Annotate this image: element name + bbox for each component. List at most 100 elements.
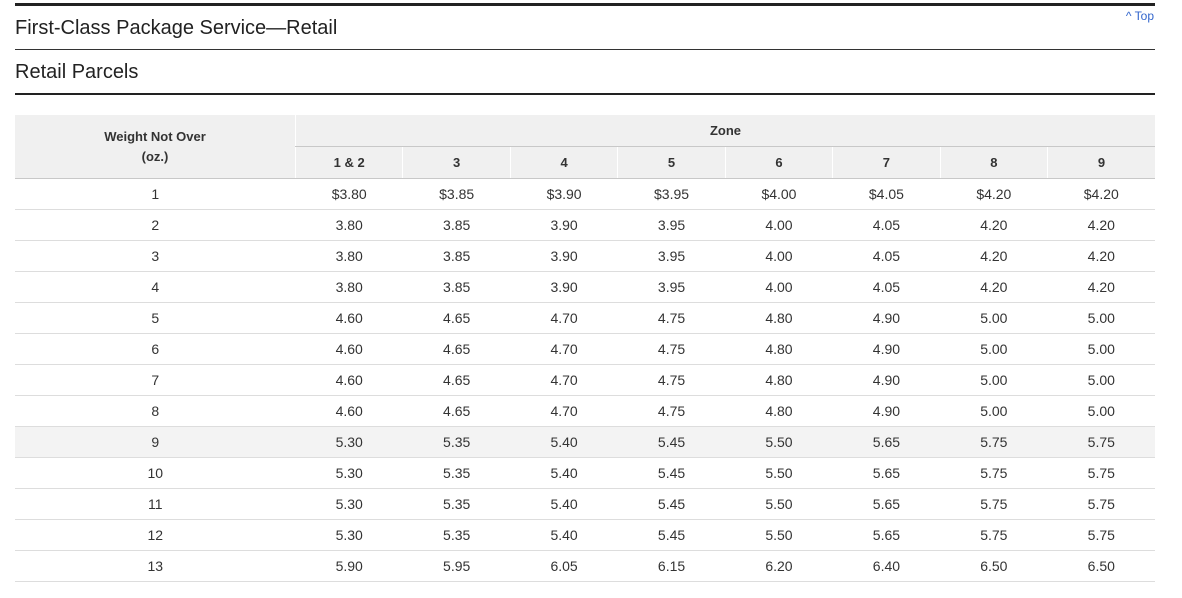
price-cell: 5.35 bbox=[402, 488, 511, 520]
price-cell: 4.70 bbox=[510, 395, 618, 427]
price-cell: 5.75 bbox=[1047, 457, 1155, 489]
weight-cell: 12 bbox=[15, 519, 296, 551]
table-row: 7 4.60 4.65 4.70 4.75 4.80 4.90 5.00 5.00 bbox=[15, 364, 1155, 396]
price-cell: 5.45 bbox=[617, 457, 726, 489]
table-row: 5 4.60 4.65 4.70 4.75 4.80 4.90 5.00 5.00 bbox=[15, 302, 1155, 334]
price-cell: 4.90 bbox=[832, 395, 941, 427]
rate-table-head: Weight Not Over (oz.) Zone 1 & 2 3 4 5 6… bbox=[15, 115, 1155, 179]
weight-cell: 6 bbox=[15, 333, 296, 365]
zone-column-header: 9 bbox=[1047, 146, 1155, 179]
price-cell: 5.45 bbox=[617, 488, 726, 520]
price-cell: 4.05 bbox=[832, 240, 941, 272]
price-cell: 5.00 bbox=[1047, 333, 1155, 365]
price-cell: 4.65 bbox=[402, 333, 511, 365]
title-divider bbox=[15, 49, 1155, 50]
price-cell: 4.90 bbox=[832, 364, 941, 396]
weight-cell: 13 bbox=[15, 550, 296, 582]
weight-header-line1: Weight Not Over bbox=[104, 128, 206, 144]
price-cell: 4.65 bbox=[402, 302, 511, 334]
price-cell: 3.85 bbox=[402, 240, 511, 272]
price-cell: 3.80 bbox=[295, 240, 403, 272]
price-cell: 5.65 bbox=[832, 426, 941, 458]
price-cell: 3.90 bbox=[510, 209, 618, 241]
zone-column-header: 6 bbox=[724, 146, 833, 179]
price-cell: 4.75 bbox=[617, 333, 726, 365]
table-row: 8 4.60 4.65 4.70 4.75 4.80 4.90 5.00 5.00 bbox=[15, 395, 1155, 427]
price-cell: 3.85 bbox=[402, 209, 511, 241]
price-cell: 5.00 bbox=[1047, 302, 1155, 334]
table-row: 4 3.80 3.85 3.90 3.95 4.00 4.05 4.20 4.20 bbox=[15, 271, 1155, 303]
weight-column-header: Weight Not Over (oz.) bbox=[15, 115, 296, 179]
price-cell: 4.80 bbox=[725, 302, 833, 334]
table-row: 12 5.30 5.35 5.40 5.45 5.50 5.65 5.75 5.75 bbox=[15, 519, 1155, 551]
table-row: 6 4.60 4.65 4.70 4.75 4.80 4.90 5.00 5.00 bbox=[15, 333, 1155, 365]
price-cell: 3.95 bbox=[617, 209, 726, 241]
price-cell: 5.75 bbox=[1047, 488, 1155, 520]
price-cell: 4.90 bbox=[832, 333, 941, 365]
price-cell: 5.75 bbox=[1047, 519, 1155, 551]
page-title: First-Class Package Service—Retail bbox=[15, 17, 338, 39]
weight-cell: 2 bbox=[15, 209, 296, 241]
price-cell: 5.65 bbox=[832, 457, 941, 489]
price-cell: 6.50 bbox=[1047, 550, 1155, 582]
price-cell: 5.65 bbox=[832, 519, 941, 551]
price-cell: 5.50 bbox=[725, 488, 833, 520]
price-cell: 5.65 bbox=[832, 488, 941, 520]
section-title: Retail Parcels bbox=[15, 61, 139, 83]
weight-cell: 5 bbox=[15, 302, 296, 334]
price-cell: $4.00 bbox=[725, 178, 833, 210]
weight-cell: 10 bbox=[15, 457, 296, 489]
price-cell: 5.50 bbox=[725, 457, 833, 489]
price-cell: $3.90 bbox=[510, 178, 618, 210]
price-cell: 5.50 bbox=[725, 426, 833, 458]
price-cell: 4.00 bbox=[725, 240, 833, 272]
price-cell: 4.60 bbox=[295, 395, 403, 427]
price-cell: 4.75 bbox=[617, 302, 726, 334]
zone-column-header: 4 bbox=[509, 146, 618, 179]
price-cell: 5.45 bbox=[617, 426, 726, 458]
weight-cell: 9 bbox=[15, 426, 296, 458]
table-row: 1 $3.80 $3.85 $3.90 $3.95 $4.00 $4.05 $4.20 $4.2… bbox=[15, 178, 1155, 210]
weight-header-line2: (oz.) bbox=[141, 148, 169, 164]
price-cell: 5.50 bbox=[725, 519, 833, 551]
price-cell: 4.20 bbox=[940, 209, 1048, 241]
price-cell: $3.95 bbox=[617, 178, 726, 210]
weight-cell: 8 bbox=[15, 395, 296, 427]
price-cell: 4.80 bbox=[725, 364, 833, 396]
weight-cell: 1 bbox=[15, 178, 296, 210]
price-cell: 5.40 bbox=[510, 426, 618, 458]
price-cell: 5.40 bbox=[510, 519, 618, 551]
price-cell: 5.40 bbox=[510, 488, 618, 520]
price-cell: 5.00 bbox=[940, 333, 1048, 365]
price-cell: 5.00 bbox=[940, 395, 1048, 427]
price-cell: 4.80 bbox=[725, 333, 833, 365]
price-cell: 5.45 bbox=[617, 519, 726, 551]
price-cell: $4.20 bbox=[1047, 178, 1155, 210]
price-cell: 4.20 bbox=[1047, 209, 1155, 241]
price-cell: 5.00 bbox=[940, 302, 1048, 334]
price-cell: 4.20 bbox=[1047, 240, 1155, 272]
price-cell: 5.35 bbox=[402, 519, 511, 551]
price-cell: 4.05 bbox=[832, 209, 941, 241]
price-cell: 4.70 bbox=[510, 364, 618, 396]
price-cell: 5.30 bbox=[295, 426, 403, 458]
price-cell: 5.75 bbox=[940, 457, 1048, 489]
price-cell: 6.15 bbox=[617, 550, 726, 582]
price-cell: 5.75 bbox=[940, 426, 1048, 458]
price-cell: 6.20 bbox=[725, 550, 833, 582]
weight-cell: 7 bbox=[15, 364, 296, 396]
price-cell: 6.40 bbox=[832, 550, 941, 582]
price-cell: 5.75 bbox=[940, 519, 1048, 551]
price-cell: 3.90 bbox=[510, 271, 618, 303]
rate-table-body: 1 $3.80 $3.85 $3.90 $3.95 $4.00 $4.05 $4.20 $4.2… bbox=[15, 178, 1155, 582]
price-cell: 4.60 bbox=[295, 333, 403, 365]
back-to-top-link[interactable]: ^ Top bbox=[1126, 9, 1154, 23]
table-row: 10 5.30 5.35 5.40 5.45 5.50 5.65 5.75 5.75 bbox=[15, 457, 1155, 489]
table-row: 3 3.80 3.85 3.90 3.95 4.00 4.05 4.20 4.20 bbox=[15, 240, 1155, 272]
price-cell: 3.95 bbox=[617, 240, 726, 272]
table-row: 2 3.80 3.85 3.90 3.95 4.00 4.05 4.20 4.20 bbox=[15, 209, 1155, 241]
zone-column-header: 1 & 2 bbox=[294, 146, 403, 179]
price-cell: 4.00 bbox=[725, 271, 833, 303]
zone-column-header: 7 bbox=[832, 146, 941, 179]
rate-table: Weight Not Over (oz.) Zone 1 & 2 3 4 5 6… bbox=[15, 115, 1155, 582]
